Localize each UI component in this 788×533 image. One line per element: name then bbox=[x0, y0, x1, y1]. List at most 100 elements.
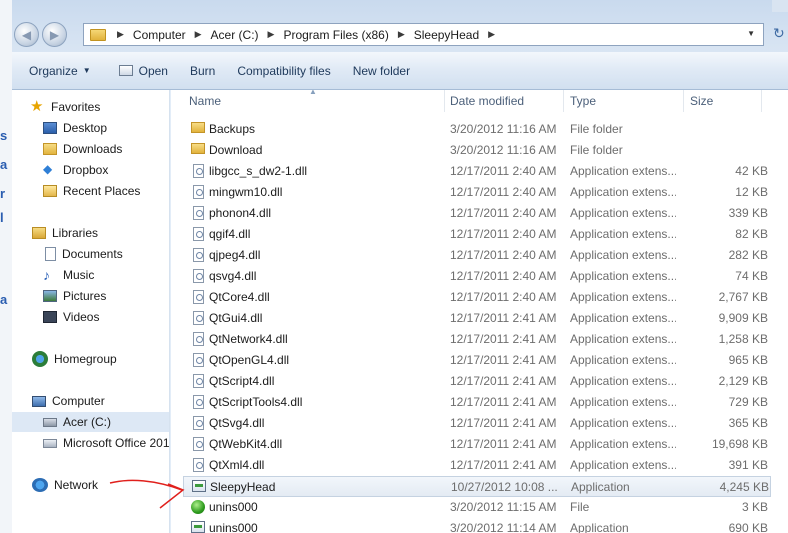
libraries-icon bbox=[32, 227, 46, 239]
file-size: 282 KB bbox=[728, 248, 768, 262]
burn-button[interactable]: Burn bbox=[179, 59, 226, 83]
window-control[interactable] bbox=[772, 0, 788, 12]
nav-office-drive[interactable]: Microsoft Office 201 bbox=[43, 433, 169, 453]
dll-icon bbox=[193, 458, 204, 472]
file-size: 690 KB bbox=[728, 521, 768, 533]
file-name: QtCore4.dll bbox=[209, 290, 270, 304]
dll-icon bbox=[193, 416, 204, 430]
organize-label: Organize bbox=[29, 63, 78, 78]
file-row[interactable]: QtCore4.dll 12/17/2011 2:40 AM Application… bbox=[171, 287, 788, 308]
nav-videos[interactable]: Videos bbox=[43, 307, 169, 327]
file-name: unins000 bbox=[209, 521, 258, 533]
file-type: File bbox=[570, 500, 590, 514]
file-row[interactable]: QtSvg4.dll 12/17/2011 2:41 AM Application … bbox=[171, 413, 788, 434]
network-icon bbox=[32, 478, 48, 492]
pictures-icon bbox=[43, 290, 57, 302]
dll-icon bbox=[193, 227, 204, 241]
new-folder-button[interactable]: New folder bbox=[342, 59, 421, 83]
nav-dropbox[interactable]: ◆ Dropbox bbox=[43, 160, 169, 180]
file-size: 965 KB bbox=[728, 353, 768, 367]
chevron-down-icon[interactable]: ▼ bbox=[747, 29, 755, 38]
file-row[interactable]: unins000 3/20/2012 11:15 AM File 3 KB bbox=[171, 497, 788, 518]
dll-icon bbox=[193, 395, 204, 409]
file-row[interactable]: QtScript4.dll 12/17/2011 2:41 AM Applicati… bbox=[171, 371, 788, 392]
nav-drive-c[interactable]: Acer (C:) bbox=[12, 412, 169, 432]
nav-downloads[interactable]: Downloads bbox=[43, 139, 169, 159]
organize-button[interactable]: Organize ▼ bbox=[18, 59, 102, 83]
file-date-modified: 12/17/2011 2:41 AM bbox=[450, 458, 557, 472]
file-size: 74 KB bbox=[735, 269, 768, 283]
bg-fragment: r bbox=[0, 186, 6, 201]
file-row[interactable]: QtWebKit4.dll 12/17/2011 2:41 AM Applicati… bbox=[171, 434, 788, 455]
nav-pictures[interactable]: Pictures bbox=[43, 286, 169, 306]
chevron-down-icon: ▼ bbox=[82, 66, 91, 75]
file-size: 365 KB bbox=[728, 416, 768, 430]
file-row[interactable]: QtScriptTools4.dll 12/17/2011 2:41 AM Appl… bbox=[171, 392, 788, 413]
file-row[interactable]: qgif4.dll 12/17/2011 2:40 AM Application e… bbox=[171, 224, 788, 245]
file-type: Application extens... bbox=[570, 374, 676, 388]
file-row[interactable]: mingwm10.dll 12/17/2011 2:40 AM Applicatio… bbox=[171, 182, 788, 203]
breadcrumb-drive[interactable]: Acer (C:) bbox=[207, 28, 263, 42]
chevron-right-icon[interactable]: ▶ bbox=[263, 29, 280, 40]
nav-recent-places[interactable]: Recent Places bbox=[43, 181, 169, 201]
nav-favorites[interactable]: ★ Favorites bbox=[30, 97, 169, 117]
file-row[interactable]: QtNetwork4.dll 12/17/2011 2:41 AM Applicat… bbox=[171, 329, 788, 350]
file-row[interactable]: libgcc_s_dw2-1.dll 12/17/2011 2:40 AM Appl… bbox=[171, 161, 788, 182]
nav-computer[interactable]: Computer bbox=[32, 391, 169, 411]
file-row[interactable]: qsvg4.dll 12/17/2011 2:40 AM Application e… bbox=[171, 266, 788, 287]
dll-icon bbox=[193, 164, 204, 178]
file-date-modified: 3/20/2012 11:14 AM bbox=[450, 521, 557, 533]
nav-music[interactable]: ♪ Music bbox=[43, 265, 169, 285]
file-date-modified: 12/17/2011 2:40 AM bbox=[450, 185, 557, 199]
nav-libraries[interactable]: Libraries bbox=[32, 223, 169, 243]
breadcrumb-program-files[interactable]: Program Files (x86) bbox=[279, 28, 392, 42]
nav-label: Music bbox=[63, 268, 95, 282]
column-header-type[interactable]: Type bbox=[563, 90, 684, 112]
file-row[interactable]: QtOpenGL4.dll 12/17/2011 2:41 AM Applicati… bbox=[171, 350, 788, 371]
nav-homegroup[interactable]: Homegroup bbox=[32, 349, 169, 369]
computer-icon bbox=[32, 395, 46, 407]
open-button[interactable]: Open bbox=[108, 59, 179, 83]
file-date-modified: 12/17/2011 2:41 AM bbox=[450, 416, 557, 430]
back-button[interactable]: ◀ bbox=[14, 22, 39, 47]
file-row[interactable]: Backups 3/20/2012 11:16 AM File folder bbox=[171, 119, 788, 140]
file-row[interactable]: phonon4.dll 12/17/2011 2:40 AM Application… bbox=[171, 203, 788, 224]
file-size: 729 KB bbox=[728, 395, 768, 409]
videos-icon bbox=[43, 311, 57, 323]
file-row[interactable]: QtGui4.dll 12/17/2011 2:41 AM Application … bbox=[171, 308, 788, 329]
column-header-name[interactable]: Name bbox=[182, 90, 445, 112]
file-row[interactable]: QtXml4.dll 12/17/2011 2:41 AM Application … bbox=[171, 455, 788, 476]
file-name: QtNetwork4.dll bbox=[209, 332, 288, 346]
file-size: 82 KB bbox=[735, 227, 768, 241]
dll-icon bbox=[193, 437, 204, 451]
compatibility-files-button[interactable]: Compatibility files bbox=[226, 59, 341, 83]
nav-documents[interactable]: Documents bbox=[45, 244, 169, 264]
file-row[interactable]: qjpeg4.dll 12/17/2011 2:40 AM Application … bbox=[171, 245, 788, 266]
file-row[interactable]: Download 3/20/2012 11:16 AM File folder bbox=[171, 140, 788, 161]
refresh-icon[interactable]: ↻ bbox=[773, 25, 788, 43]
dll-icon bbox=[193, 185, 204, 199]
file-date-modified: 12/17/2011 2:41 AM bbox=[450, 332, 557, 346]
dll-icon bbox=[193, 353, 204, 367]
breadcrumb-sleepyhead[interactable]: SleepyHead bbox=[410, 28, 483, 42]
address-bar[interactable]: ▶ Computer ▶ Acer (C:) ▶ Program Files (… bbox=[83, 23, 764, 46]
nav-label: Videos bbox=[63, 310, 100, 324]
column-header-size[interactable]: Size bbox=[683, 90, 762, 112]
green-orb-icon bbox=[191, 500, 205, 514]
nav-label: Documents bbox=[62, 247, 123, 261]
file-type: Application extens... bbox=[570, 416, 676, 430]
file-row[interactable]: unins000 3/20/2012 11:14 AM Application 690… bbox=[171, 518, 788, 533]
chevron-right-icon[interactable]: ▶ bbox=[483, 29, 500, 40]
chevron-right-icon[interactable]: ▶ bbox=[190, 29, 207, 40]
nav-desktop[interactable]: Desktop bbox=[43, 118, 169, 138]
chevron-right-icon[interactable]: ▶ bbox=[112, 29, 129, 40]
file-date-modified: 12/17/2011 2:41 AM bbox=[450, 353, 557, 367]
file-size: 12 KB bbox=[735, 185, 768, 199]
file-size: 3 KB bbox=[741, 500, 768, 514]
breadcrumb-computer[interactable]: Computer bbox=[129, 28, 190, 42]
file-row[interactable]: SleepyHead 10/27/2012 10:08 ... Applicatio… bbox=[183, 476, 771, 497]
chevron-right-icon[interactable]: ▶ bbox=[393, 29, 410, 40]
open-label: Open bbox=[138, 63, 168, 78]
forward-button[interactable]: ▶ bbox=[42, 22, 67, 47]
column-header-date[interactable]: Date modified bbox=[443, 90, 564, 112]
